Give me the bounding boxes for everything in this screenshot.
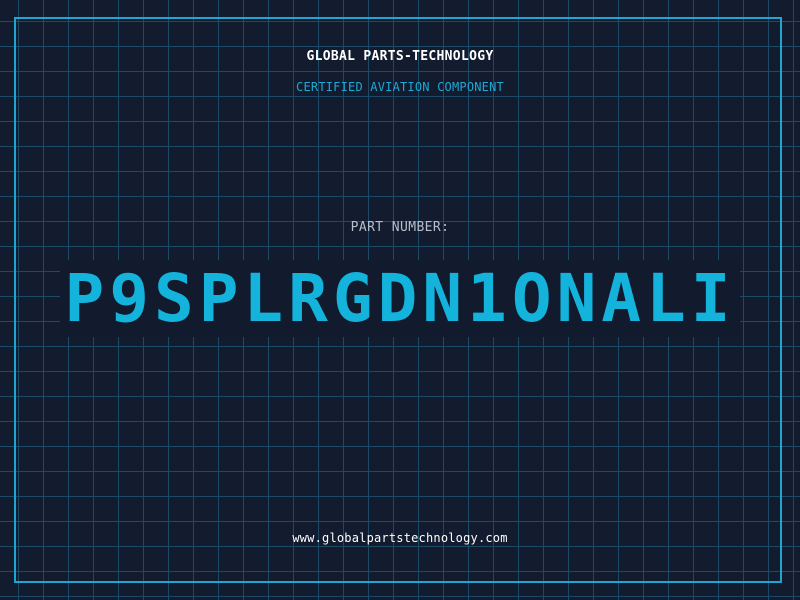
part-number-value: P9SPLRGDN1ONALI (60, 260, 740, 337)
part-label-card: GLOBAL PARTS-TECHNOLOGY CERTIFIED AVIATI… (0, 0, 800, 600)
website-url: www.globalpartstechnology.com (292, 531, 508, 545)
certification-subtitle: CERTIFIED AVIATION COMPONENT (296, 80, 504, 94)
company-name: GLOBAL PARTS-TECHNOLOGY (306, 49, 494, 64)
part-number-display: P9SPLRGDN1ONALI (0, 256, 800, 342)
part-number-label: PART NUMBER: (350, 220, 450, 235)
